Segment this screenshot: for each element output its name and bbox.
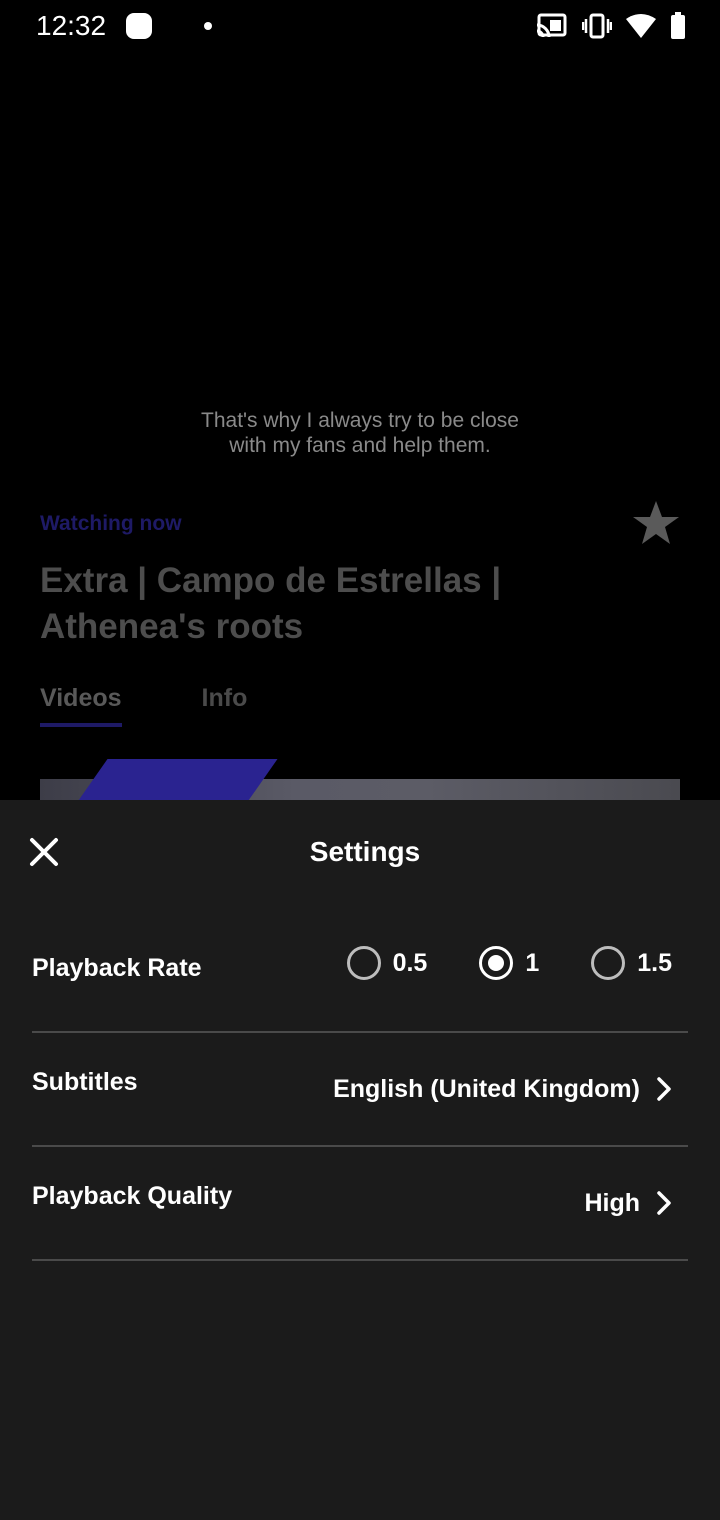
status-icons xyxy=(536,12,686,40)
video-caption: That's why I always try to be close with… xyxy=(201,409,519,457)
page-title: Extra | Campo de Estrellas | Athenea's r… xyxy=(40,561,502,646)
vibrate-icon xyxy=(582,13,612,39)
wifi-icon xyxy=(626,14,656,38)
status-bar: 12:32 xyxy=(0,0,720,52)
settings-title: Settings xyxy=(309,836,421,867)
chevron-right-icon xyxy=(657,1191,671,1215)
playback-quality-value: High xyxy=(584,1189,640,1217)
playback-rate-option-1[interactable]: 1 xyxy=(479,946,539,980)
rate-label-1: 1 xyxy=(525,948,540,977)
dot-icon xyxy=(204,22,212,30)
rate-label-1-5: 1.5 xyxy=(637,948,672,977)
star-icon[interactable] xyxy=(632,500,680,546)
playback-rate-label: Playback Rate xyxy=(32,954,202,982)
playback-rate-options: 0.5 1 1.5 xyxy=(346,946,672,980)
subtitles-row[interactable]: Subtitles English (United Kingdom) xyxy=(32,1032,688,1147)
subtitles-value: English (United Kingdom) xyxy=(333,1075,640,1103)
playback-rate-option-1-5[interactable]: 1.5 xyxy=(591,946,672,980)
playback-quality-label: Playback Quality xyxy=(32,1182,233,1210)
radio-unchecked-icon xyxy=(591,946,626,980)
playback-quality-row[interactable]: Playback Quality High xyxy=(32,1146,688,1261)
radio-checked-icon xyxy=(479,946,514,980)
playback-rate-option-0-5[interactable]: 0.5 xyxy=(346,946,428,980)
subtitles-label: Subtitles xyxy=(32,1068,138,1096)
tab-videos[interactable]: Videos xyxy=(40,684,122,727)
status-time: 12:32 xyxy=(36,10,107,41)
tab-info[interactable]: Info xyxy=(202,684,248,727)
cast-icon xyxy=(536,13,567,38)
rate-label-0-5: 0.5 xyxy=(392,948,428,977)
app-notification-icon xyxy=(126,13,152,39)
watching-now-label: Watching now xyxy=(40,512,182,535)
radio-unchecked-icon xyxy=(346,946,381,980)
chevron-right-icon xyxy=(657,1077,671,1101)
settings-sheet: Settings Playback Rate 0.5 1 1.5 Subtitl… xyxy=(0,800,720,1520)
playback-rate-row: Playback Rate 0.5 1 1.5 xyxy=(32,946,688,1033)
tab-bar: Videos Info xyxy=(40,684,247,727)
battery-icon xyxy=(671,12,685,39)
